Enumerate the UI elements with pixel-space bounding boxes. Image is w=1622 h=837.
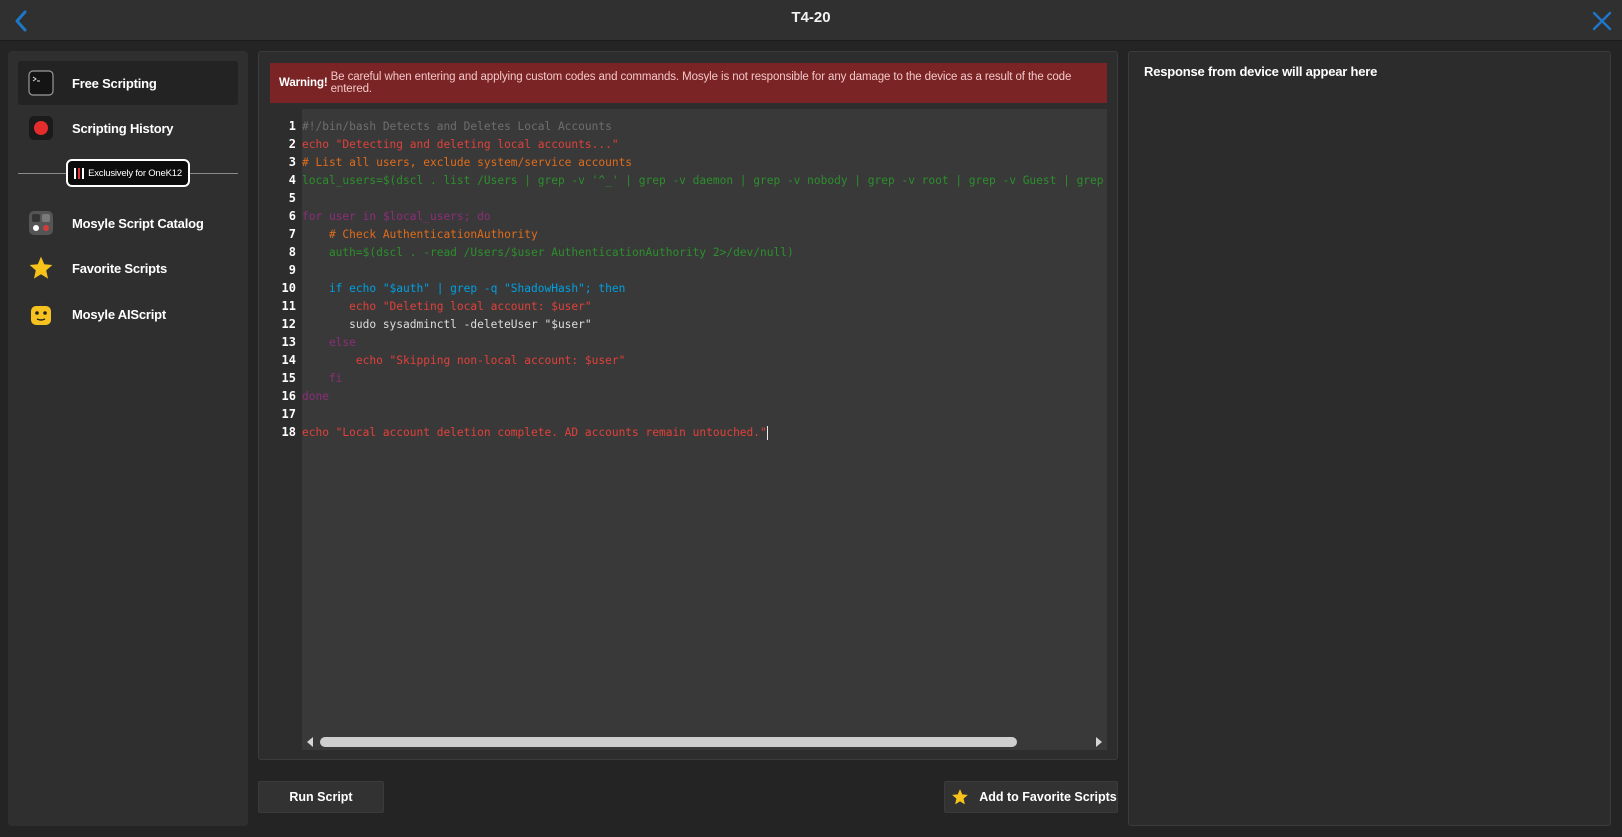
code-text: local_users=$(dscl . list /Users | grep … bbox=[302, 174, 1107, 187]
robot-icon bbox=[28, 301, 54, 327]
code-line: 9 bbox=[270, 261, 1107, 279]
line-number: 7 bbox=[288, 227, 296, 241]
scrollbar-thumb[interactable] bbox=[320, 737, 1017, 747]
warning-strong: Warning! bbox=[279, 77, 328, 89]
record-icon bbox=[28, 115, 54, 141]
code-text: for user in $local_users; do bbox=[302, 210, 491, 223]
line-number: 18 bbox=[281, 425, 296, 439]
code-line: 11 echo "Deleting local account: $user" bbox=[270, 297, 1107, 315]
code-text: auth=$(dscl . -read /Users/$user Authent… bbox=[302, 246, 794, 259]
code-text: echo "Detecting and deleting local accou… bbox=[302, 138, 619, 151]
star-icon bbox=[28, 255, 54, 281]
line-number: 17 bbox=[281, 407, 296, 421]
sidebar-item-free-scripting[interactable]: Free Scripting bbox=[18, 61, 238, 105]
sidebar-item-label: Favorite Scripts bbox=[72, 260, 168, 276]
code-line: 6 for user in $local_users; do bbox=[270, 207, 1107, 225]
code-line: 17 bbox=[270, 405, 1107, 423]
line-number: 8 bbox=[288, 245, 296, 259]
code-text: #!/bin/bash Detects and Deletes Local Ac… bbox=[302, 120, 612, 133]
line-number: 16 bbox=[281, 389, 296, 403]
terminal-icon bbox=[28, 70, 54, 96]
add-to-favorite-label: Add to Favorite Scripts bbox=[979, 790, 1117, 804]
page-title: T4-20 bbox=[791, 9, 831, 26]
code-text: echo "Skipping non-local account: $user" bbox=[302, 354, 626, 367]
response-placeholder: Response from device will appear here bbox=[1144, 64, 1378, 79]
code-line: 8 auth=$(dscl . -read /Users/$user Authe… bbox=[270, 243, 1107, 261]
line-number: 10 bbox=[281, 281, 296, 295]
code-text: if echo "$auth" | grep -q "ShadowHash"; … bbox=[302, 282, 626, 295]
line-number: 3 bbox=[288, 155, 296, 169]
sidebar-item-scripting-history[interactable]: Scripting History bbox=[18, 106, 238, 150]
code-line: 2 echo "Detecting and deleting local acco… bbox=[270, 135, 1107, 153]
line-number: 9 bbox=[288, 263, 296, 277]
code-line: 1 #!/bin/bash Detects and Deletes Local A… bbox=[270, 117, 1107, 135]
text-cursor bbox=[766, 426, 768, 440]
code-line: 5 bbox=[270, 189, 1107, 207]
code-line: 12 sudo sysadminctl -deleteUser "$user" bbox=[270, 315, 1107, 333]
code-line: 15 fi bbox=[270, 369, 1107, 387]
response-panel: Response from device will appear here bbox=[1128, 51, 1611, 826]
onek12-logo-icon bbox=[74, 167, 85, 179]
code-line: 13 else bbox=[270, 333, 1107, 351]
script-editor-panel: Warning! Be careful when entering and ap… bbox=[258, 51, 1118, 760]
warning-text: Be careful when entering and applying cu… bbox=[330, 71, 1072, 95]
code-line: 16 done bbox=[270, 387, 1107, 405]
scroll-right-arrow-icon[interactable] bbox=[1096, 737, 1102, 747]
line-number: 13 bbox=[281, 335, 296, 349]
sidebar-item-mosyle-aiscript[interactable]: Mosyle AIScript bbox=[18, 292, 238, 336]
code-line: 4 local_users=$(dscl . list /Users | grep… bbox=[270, 171, 1107, 189]
line-number: 1 bbox=[288, 119, 296, 133]
line-number: 4 bbox=[288, 173, 296, 187]
add-to-favorite-button[interactable]: Add to Favorite Scripts bbox=[944, 781, 1118, 813]
line-number: 2 bbox=[288, 137, 296, 151]
onek12-badge: Exclusively for OneK12 bbox=[66, 159, 190, 187]
star-icon bbox=[951, 788, 969, 806]
code-text: # Check AuthenticationAuthority bbox=[302, 228, 538, 241]
code-content[interactable]: 1 #!/bin/bash Detects and Deletes Local A… bbox=[270, 117, 1107, 441]
code-text: fi bbox=[302, 372, 343, 385]
line-number: 12 bbox=[281, 317, 296, 331]
code-text: # List all users, exclude system/service… bbox=[302, 156, 633, 169]
line-number: 14 bbox=[281, 353, 296, 367]
badge-label: Exclusively for OneK12 bbox=[88, 167, 182, 179]
code-line: 7 # Check AuthenticationAuthority bbox=[270, 225, 1107, 243]
code-line: 10 if echo "$auth" | grep -q "ShadowHash… bbox=[270, 279, 1107, 297]
code-text: echo "Local account deletion complete. A… bbox=[302, 426, 767, 439]
line-number: 11 bbox=[281, 299, 296, 313]
sidebar-item-script-catalog[interactable]: Mosyle Script Catalog bbox=[18, 201, 238, 245]
code-line: 3 # List all users, exclude system/servic… bbox=[270, 153, 1107, 171]
code-line: 18 echo "Local account deletion complete.… bbox=[270, 423, 1107, 441]
sidebar-item-label: Scripting History bbox=[72, 120, 174, 136]
warning-banner: Warning! Be careful when entering and ap… bbox=[270, 63, 1107, 103]
sidebar-item-label: Mosyle AIScript bbox=[72, 306, 167, 322]
close-icon[interactable] bbox=[1590, 9, 1614, 33]
horizontal-scrollbar[interactable] bbox=[302, 734, 1107, 750]
sidebar-item-label: Mosyle Script Catalog bbox=[72, 215, 204, 231]
scroll-left-arrow-icon[interactable] bbox=[307, 737, 313, 747]
sidebar: Free Scripting Scripting History Exclusi… bbox=[8, 51, 248, 826]
code-text: done bbox=[302, 390, 329, 403]
run-script-label: Run Script bbox=[289, 790, 353, 804]
line-number: 15 bbox=[281, 371, 296, 385]
sidebar-item-label: Free Scripting bbox=[72, 75, 157, 91]
catalog-icon bbox=[28, 210, 54, 236]
sidebar-item-favorite-scripts[interactable]: Favorite Scripts bbox=[18, 246, 238, 290]
top-bar: T4-20 bbox=[0, 0, 1622, 41]
run-script-button[interactable]: Run Script bbox=[258, 781, 384, 813]
code-text: sudo sysadminctl -deleteUser "$user" bbox=[302, 318, 592, 331]
line-number: 5 bbox=[288, 191, 296, 205]
code-text: echo "Deleting local account: $user" bbox=[302, 300, 592, 313]
code-line: 14 echo "Skipping non-local account: $us… bbox=[270, 351, 1107, 369]
code-editor[interactable]: 1 #!/bin/bash Detects and Deletes Local A… bbox=[270, 109, 1107, 750]
line-number: 6 bbox=[288, 209, 296, 223]
code-text: else bbox=[302, 336, 356, 349]
